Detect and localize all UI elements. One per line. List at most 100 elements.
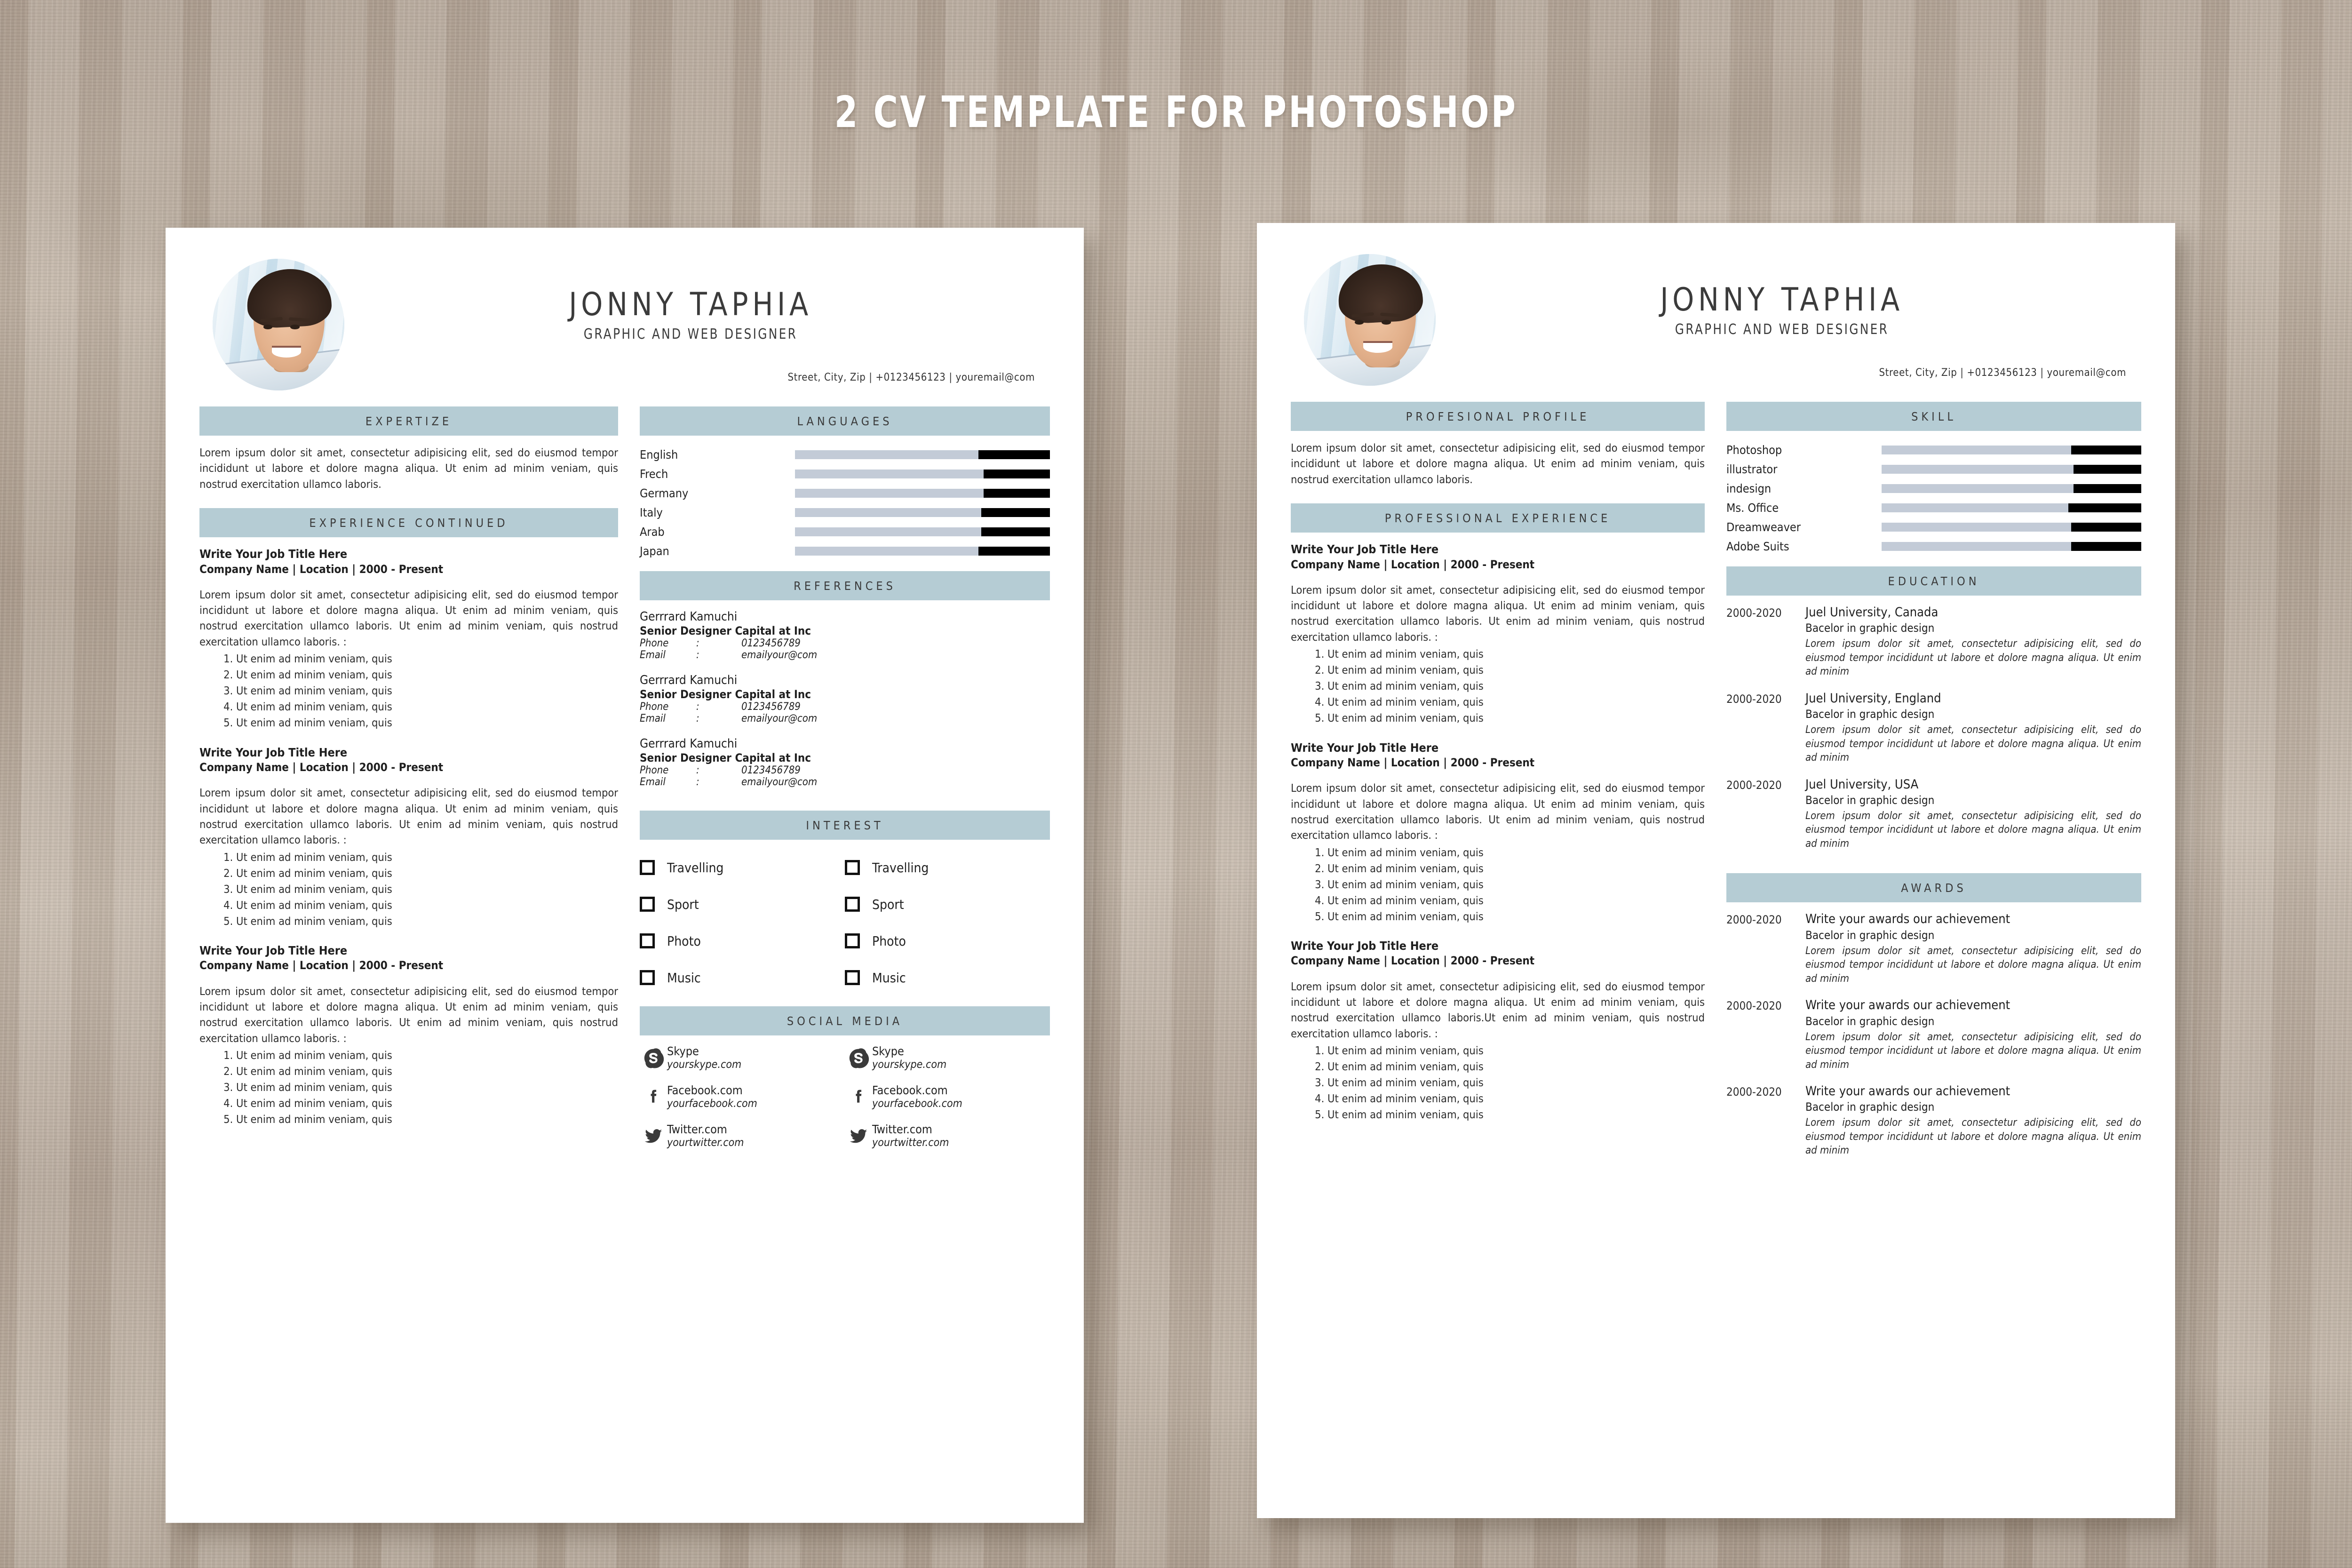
profile-body: Lorem ipsum dolor sit amet, consectetur … — [1291, 441, 1705, 486]
checkbox-icon[interactable] — [640, 860, 655, 875]
skills-list: Photoshop illustrator indesign Ms. Offic… — [1726, 440, 2141, 556]
education-entry: 2000-2020 Juel University, England Bacel… — [1726, 691, 2141, 765]
language-label: Arab — [640, 525, 665, 539]
skill-label: Ms. Office — [1726, 501, 1779, 515]
job-title: Write Your Job Title Here — [199, 547, 348, 561]
education-description: Lorem ipsum dolor sit amet, consectetur … — [1805, 638, 2141, 678]
phone-label: Phone — [640, 637, 669, 649]
social-title: Skype — [872, 1044, 904, 1058]
job-meta: Company Name | Location | 2000 - Present — [1291, 954, 1535, 968]
language-meter — [795, 450, 1050, 459]
page-title: JONNY TAPHIA — [1660, 281, 1904, 318]
list-item: Ut enim ad minim veniam, quis — [1327, 1090, 1705, 1106]
skill-meter — [1882, 484, 2141, 493]
languages-list: English Frech Germany Italy Arab Japan — [640, 445, 1050, 561]
interest-item[interactable]: Photo — [640, 923, 845, 959]
list-item: Ut enim ad minim veniam, quis — [1327, 860, 1705, 876]
interest-item[interactable]: Music — [640, 959, 845, 996]
skill-row: Photoshop — [1726, 440, 2141, 460]
job-description: Lorem ipsum dolor sit amet, consectetur … — [199, 786, 618, 847]
interest-item[interactable]: Sport — [640, 886, 845, 923]
checkbox-icon[interactable] — [640, 897, 655, 912]
section-header-education: EDUCATION — [1726, 566, 2141, 596]
skill-label: illustrator — [1726, 462, 1778, 476]
award-subtitle: Bacelor in graphic design — [1805, 1100, 1935, 1114]
interest-item[interactable]: Travelling — [845, 849, 1050, 886]
award-entry: 2000-2020 Write your awards our achievem… — [1726, 912, 2141, 986]
social-item[interactable]: Facebook.com yourfacebook.com — [640, 1083, 845, 1110]
interest-label: Sport — [667, 896, 699, 912]
job-bullet-list: Ut enim ad minim veniam, quis Ut enim ad… — [236, 651, 618, 731]
social-handle: yourfacebook.com — [872, 1097, 962, 1110]
interest-label: Music — [667, 970, 701, 986]
social-item[interactable]: Facebook.com yourfacebook.com — [845, 1083, 1050, 1110]
experience-entry: Write Your Job Title Here Company Name |… — [1291, 542, 1705, 726]
job-meta: Company Name | Location | 2000 - Present — [1291, 557, 1535, 571]
interest-item[interactable]: Photo — [845, 923, 1050, 959]
skill-meter — [1882, 446, 2141, 454]
twitter-icon — [845, 1126, 872, 1146]
reference-entry: Gerrrard Kamuchi Senior Designer Capital… — [640, 610, 1050, 661]
social-title: Facebook.com — [667, 1083, 743, 1098]
job-title: Write Your Job Title Here — [199, 943, 348, 957]
social-item[interactable]: Skype yourskype.com — [640, 1044, 845, 1071]
social-item[interactable]: Skype yourskype.com — [845, 1044, 1050, 1071]
interest-item[interactable]: Sport — [845, 886, 1050, 923]
job-description: Lorem ipsum dolor sit amet, consectetur … — [1291, 781, 1705, 842]
list-item: Ut enim ad minim veniam, quis — [1327, 1106, 1705, 1122]
checkbox-icon[interactable] — [845, 897, 860, 912]
skill-meter — [1882, 542, 2141, 551]
phone-value: 0123456789 — [741, 701, 801, 713]
reference-role: Senior Designer Capital at Inc — [640, 688, 811, 701]
list-item: Ut enim ad minim veniam, quis — [236, 1095, 618, 1111]
language-row: Arab — [640, 522, 1050, 541]
list-item: Ut enim ad minim veniam, quis — [236, 651, 618, 667]
checkbox-icon[interactable] — [640, 933, 655, 948]
award-description: Lorem ipsum dolor sit amet, consectetur … — [1805, 1117, 2141, 1157]
job-meta: Company Name | Location | 2000 - Present — [199, 562, 444, 576]
skill-label: Photoshop — [1726, 443, 1782, 457]
list-item: Ut enim ad minim veniam, quis — [236, 913, 618, 929]
section-title: SKILL — [1911, 409, 1956, 423]
social-item[interactable]: Twitter.com yourtwitter.com — [640, 1123, 845, 1149]
expertize-body: Lorem ipsum dolor sit amet, consectetur … — [199, 446, 618, 491]
skill-label: Dreamweaver — [1726, 520, 1801, 534]
skill-label: indesign — [1726, 482, 1772, 495]
list-item: Ut enim ad minim veniam, quis — [236, 699, 618, 715]
facebook-icon — [845, 1087, 872, 1107]
social-item[interactable]: Twitter.com yourtwitter.com — [845, 1123, 1050, 1149]
job-description: Lorem ipsum dolor sit amet, consectetur … — [1291, 583, 1705, 644]
language-row: Frech — [640, 464, 1050, 484]
section-title: EDUCATION — [1888, 574, 1980, 588]
education-description: Lorem ipsum dolor sit amet, consectetur … — [1805, 810, 2141, 850]
email-value: emailyour@com — [741, 713, 818, 724]
cv-page-2: JONNY TAPHIA GRAPHIC AND WEB DESIGNER St… — [1257, 223, 2175, 1518]
interest-label: Sport — [872, 896, 904, 912]
cv-page-1: JONNY TAPHIA GRAPHIC AND WEB DESIGNER St… — [166, 228, 1084, 1523]
checkbox-icon[interactable] — [640, 970, 655, 985]
education-entry: 2000-2020 Juel University, USA Bacelor i… — [1726, 777, 2141, 851]
list-item: Ut enim ad minim veniam, quis — [1327, 892, 1705, 908]
social-title: Twitter.com — [667, 1122, 727, 1137]
interest-item[interactable]: Travelling — [640, 849, 845, 886]
education-year: 2000-2020 — [1726, 692, 1782, 706]
checkbox-icon[interactable] — [845, 933, 860, 948]
language-meter — [795, 527, 1050, 536]
education-subtitle: Bacelor in graphic design — [1805, 793, 1935, 807]
award-year: 2000-2020 — [1726, 1085, 1782, 1098]
language-label: Germany — [640, 486, 689, 500]
language-row: Germany — [640, 484, 1050, 503]
experience-entry: Write Your Job Title Here Company Name |… — [199, 943, 618, 1127]
job-title: Write Your Job Title Here — [1291, 939, 1439, 953]
section-header-interest: INTEREST — [640, 811, 1050, 840]
reference-email: Email : emailyour@com — [640, 649, 1050, 661]
award-year: 2000-2020 — [1726, 913, 1782, 927]
list-item: Ut enim ad minim veniam, quis — [1327, 646, 1705, 662]
skill-row: Ms. Office — [1726, 498, 2141, 517]
interest-item[interactable]: Music — [845, 959, 1050, 996]
section-header-references: REFERENCES — [640, 571, 1050, 600]
education-subtitle: Bacelor in graphic design — [1805, 708, 1935, 721]
checkbox-icon[interactable] — [845, 970, 860, 985]
section-title: AWARDS — [1901, 881, 1967, 895]
checkbox-icon[interactable] — [845, 860, 860, 875]
